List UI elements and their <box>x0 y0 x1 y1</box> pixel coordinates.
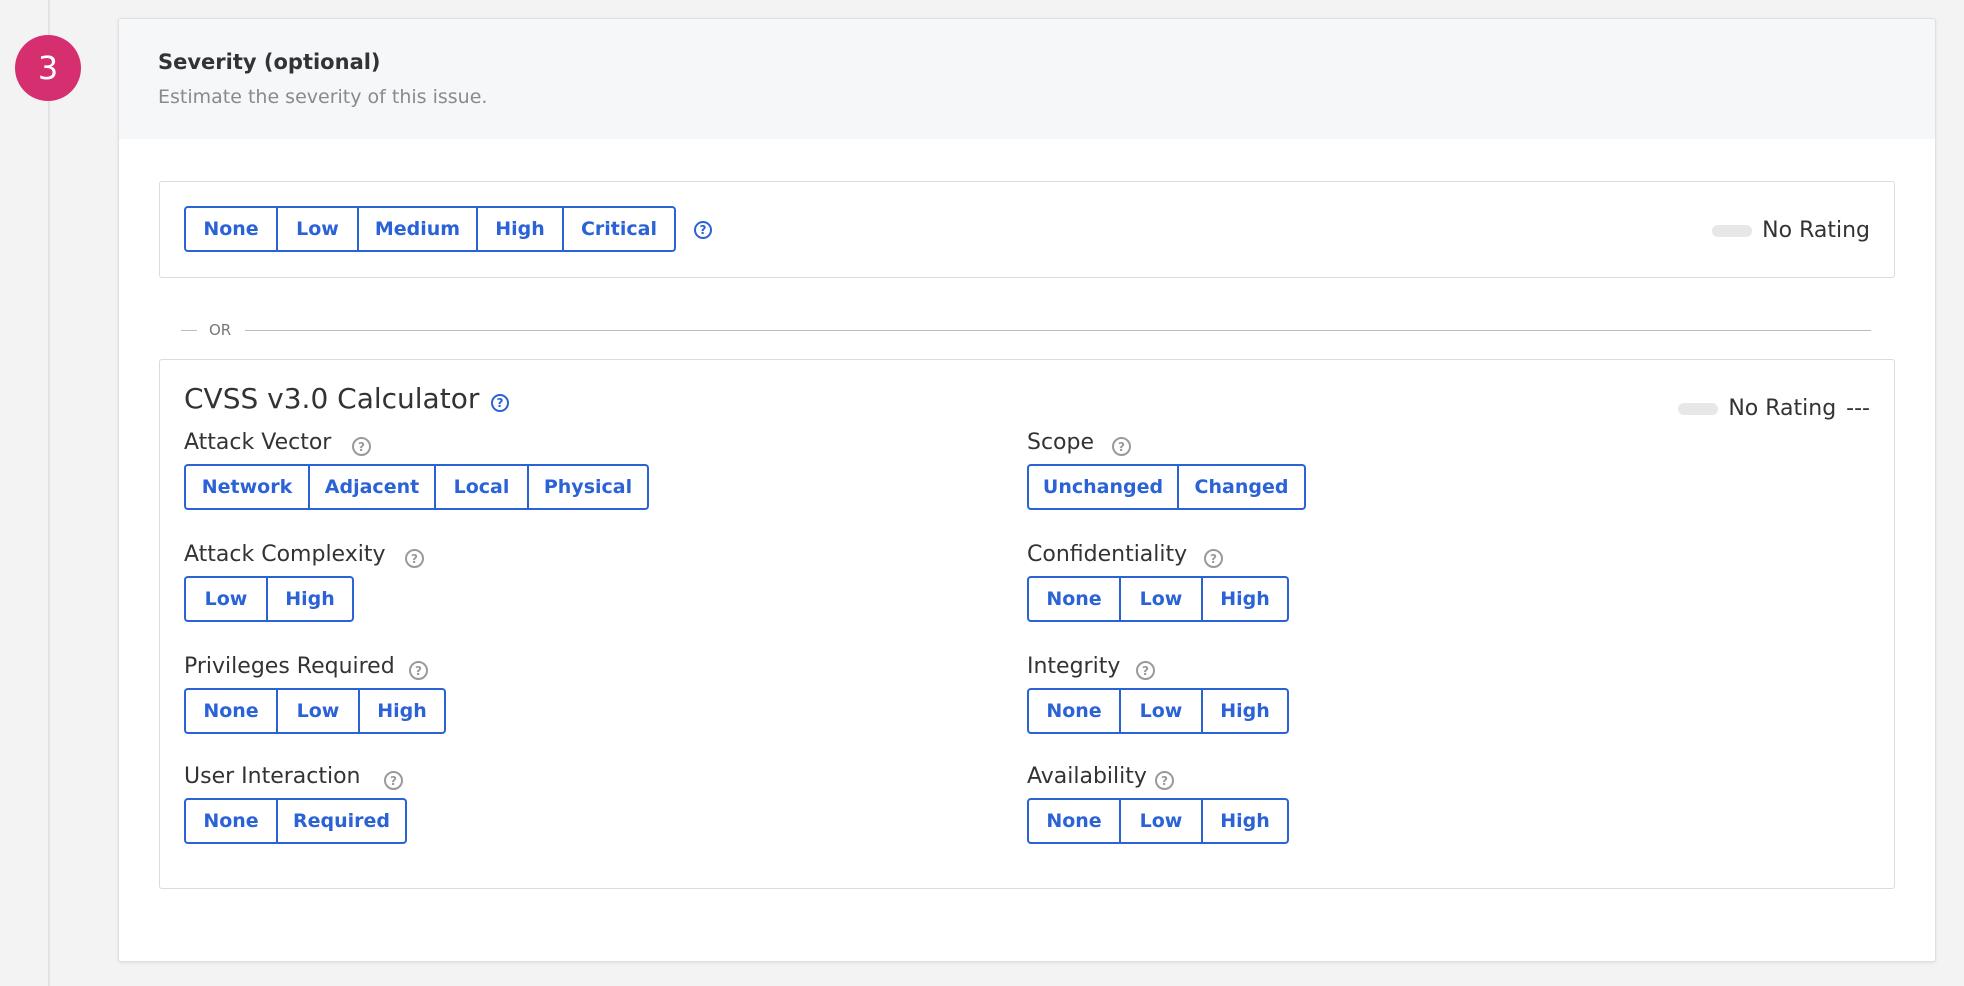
question-circle-icon[interactable]: ? <box>1204 549 1223 568</box>
or-label: OR <box>209 321 232 339</box>
rating-bar <box>1712 224 1753 237</box>
confidentiality-none-button[interactable]: None <box>1027 576 1121 622</box>
question-circle-icon[interactable]: ? <box>384 771 403 790</box>
cvss-score-text: --- <box>1846 396 1870 421</box>
severity-low-button[interactable]: Low <box>276 206 359 252</box>
step-number-badge: 3 <box>15 35 81 101</box>
or-divider: OR <box>181 319 1871 349</box>
scope-button-group: Unchanged Changed <box>1027 464 1306 510</box>
attack-complexity-low-button[interactable]: Low <box>184 576 268 622</box>
attack-vector-adjacent-button[interactable]: Adjacent <box>308 464 436 510</box>
attack-vector-network-button[interactable]: Network <box>184 464 310 510</box>
question-circle-icon[interactable]: ? <box>352 437 371 456</box>
cvss-rating: No Rating --- <box>1678 396 1870 421</box>
severity-card: Severity (optional) Estimate the severit… <box>118 18 1936 962</box>
integrity-button-group: None Low High <box>1027 688 1289 734</box>
confidentiality-high-button[interactable]: High <box>1201 576 1289 622</box>
attack-complexity-button-group: Low High <box>184 576 354 622</box>
privileges-required-label: Privileges Required <box>184 654 395 679</box>
cvss-title: CVSS v3.0 Calculator <box>184 382 480 415</box>
privileges-low-button[interactable]: Low <box>276 688 360 734</box>
confidentiality-low-button[interactable]: Low <box>1119 576 1203 622</box>
severity-rating-text: No Rating <box>1762 218 1870 243</box>
section-subtitle: Estimate the severity of this issue. <box>158 86 488 108</box>
confidentiality-label: Confidentiality <box>1027 542 1188 567</box>
privileges-high-button[interactable]: High <box>358 688 446 734</box>
user-interaction-none-button[interactable]: None <box>184 798 278 844</box>
rating-bar <box>1678 402 1719 415</box>
question-circle-icon[interactable]: ? <box>491 394 509 412</box>
section-title: Severity (optional) <box>158 50 381 74</box>
attack-vector-local-button[interactable]: Local <box>434 464 529 510</box>
scope-changed-button[interactable]: Changed <box>1177 464 1306 510</box>
severity-none-button[interactable]: None <box>184 206 278 252</box>
integrity-label: Integrity <box>1027 654 1121 679</box>
availability-high-button[interactable]: High <box>1201 798 1289 844</box>
cvss-calculator-panel: CVSS v3.0 Calculator ? No Rating --- Att… <box>159 359 1895 889</box>
quick-severity-panel: None Low Medium High Critical ? No Ratin… <box>159 181 1895 278</box>
availability-none-button[interactable]: None <box>1027 798 1121 844</box>
attack-vector-button-group: Network Adjacent Local Physical <box>184 464 649 510</box>
severity-critical-button[interactable]: Critical <box>562 206 676 252</box>
timeline-rail <box>48 0 50 986</box>
attack-complexity-label: Attack Complexity <box>184 542 386 567</box>
scope-unchanged-button[interactable]: Unchanged <box>1027 464 1179 510</box>
attack-vector-physical-button[interactable]: Physical <box>527 464 649 510</box>
privileges-required-button-group: None Low High <box>184 688 446 734</box>
severity-button-group: None Low Medium High Critical <box>184 206 676 252</box>
privileges-none-button[interactable]: None <box>184 688 278 734</box>
question-circle-icon[interactable]: ? <box>1112 437 1131 456</box>
cvss-rating-text: No Rating <box>1728 396 1837 421</box>
user-interaction-label: User Interaction <box>184 764 361 789</box>
question-circle-icon[interactable]: ? <box>1136 661 1155 680</box>
question-circle-icon[interactable]: ? <box>409 661 428 680</box>
severity-rating: No Rating <box>1712 218 1870 243</box>
question-circle-icon[interactable]: ? <box>694 221 712 239</box>
user-interaction-button-group: None Required <box>184 798 407 844</box>
question-circle-icon[interactable]: ? <box>405 549 424 568</box>
availability-button-group: None Low High <box>1027 798 1289 844</box>
user-interaction-required-button[interactable]: Required <box>276 798 407 844</box>
confidentiality-button-group: None Low High <box>1027 576 1289 622</box>
integrity-low-button[interactable]: Low <box>1119 688 1203 734</box>
severity-medium-button[interactable]: Medium <box>357 206 478 252</box>
availability-label: Availability <box>1027 764 1147 789</box>
attack-vector-label: Attack Vector <box>184 430 332 455</box>
attack-complexity-high-button[interactable]: High <box>266 576 354 622</box>
severity-high-button[interactable]: High <box>476 206 564 252</box>
scope-label: Scope <box>1027 430 1095 455</box>
step-number: 3 <box>37 49 59 87</box>
integrity-high-button[interactable]: High <box>1201 688 1289 734</box>
divider-line-left <box>181 330 197 331</box>
divider-line-right <box>245 330 1871 331</box>
question-circle-icon[interactable]: ? <box>1155 771 1174 790</box>
integrity-none-button[interactable]: None <box>1027 688 1121 734</box>
availability-low-button[interactable]: Low <box>1119 798 1203 844</box>
card-header: Severity (optional) Estimate the severit… <box>119 19 1935 139</box>
